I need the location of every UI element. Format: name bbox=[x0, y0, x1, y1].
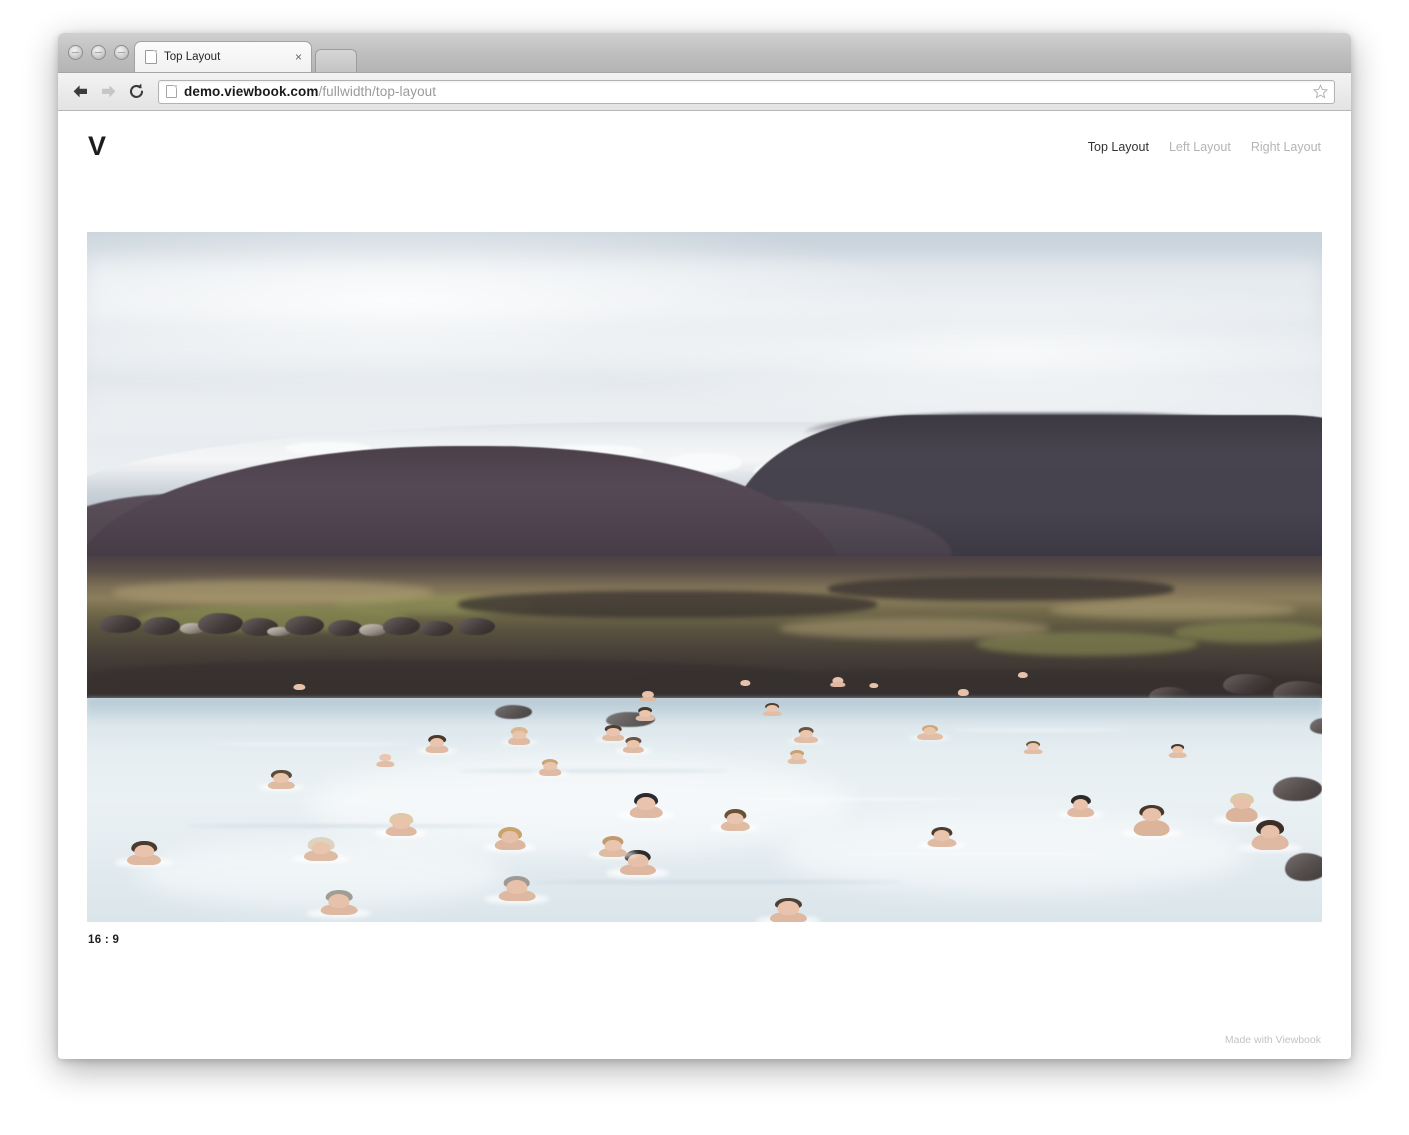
bather bbox=[868, 681, 880, 691]
cloud-band bbox=[87, 328, 1322, 370]
boulder bbox=[1223, 673, 1273, 695]
bather bbox=[374, 812, 428, 838]
boulder bbox=[99, 614, 142, 633]
close-icon[interactable]: × bbox=[292, 51, 305, 63]
water-ripple bbox=[210, 742, 409, 745]
figure-wrapper: 16 : 9 bbox=[58, 177, 1351, 946]
bather bbox=[416, 735, 458, 754]
boulder bbox=[198, 612, 243, 634]
water-ripple bbox=[531, 880, 903, 883]
bather bbox=[617, 792, 675, 820]
submerged-rock bbox=[1284, 853, 1322, 881]
page-viewport: V Top Layout Left Layout Right Layout 16… bbox=[58, 111, 1351, 1058]
bookmark-star-icon[interactable] bbox=[1305, 84, 1328, 99]
sand-patch bbox=[111, 580, 433, 605]
nav-item-left-layout[interactable]: Left Layout bbox=[1169, 140, 1231, 154]
nav-item-right-layout[interactable]: Right Layout bbox=[1251, 140, 1321, 154]
bather bbox=[763, 702, 782, 717]
bather bbox=[830, 676, 846, 687]
bather bbox=[1023, 740, 1043, 755]
bather bbox=[588, 836, 638, 859]
bather bbox=[376, 753, 394, 767]
boulder bbox=[457, 617, 495, 635]
site-header: V Top Layout Left Layout Right Layout bbox=[58, 111, 1351, 177]
lava-field bbox=[457, 590, 878, 619]
boulder bbox=[358, 623, 386, 637]
tab-title: Top Layout bbox=[164, 51, 221, 63]
page-document-icon bbox=[166, 85, 177, 98]
bather bbox=[1168, 743, 1187, 758]
url-text: demo.viewbook.com/fullwidth/top-layout bbox=[184, 84, 436, 99]
bather bbox=[114, 840, 175, 868]
window-minimize-button[interactable] bbox=[91, 45, 106, 60]
bather bbox=[956, 688, 970, 698]
bather bbox=[306, 890, 372, 918]
back-button[interactable] bbox=[66, 79, 94, 105]
browser-window: Top Layout × demo.viewbook.com/fullwidth… bbox=[58, 33, 1351, 1059]
document-icon bbox=[145, 50, 157, 64]
lava-field bbox=[828, 577, 1174, 602]
grass-patch bbox=[1173, 621, 1322, 643]
sand-patch bbox=[1050, 601, 1298, 620]
bather bbox=[916, 826, 967, 849]
figure-caption: 16 : 9 bbox=[88, 934, 120, 946]
water-shoreline bbox=[87, 697, 1322, 726]
bather bbox=[739, 679, 751, 689]
water-ripple bbox=[828, 853, 1125, 855]
site-nav: Top Layout Left Layout Right Layout bbox=[1088, 134, 1321, 154]
window-zoom-button[interactable] bbox=[114, 45, 129, 60]
bather bbox=[1238, 819, 1302, 853]
bather bbox=[908, 724, 952, 741]
submerged-rock bbox=[494, 705, 532, 720]
water-ripple bbox=[729, 797, 977, 800]
bather bbox=[1016, 671, 1030, 681]
browser-tab-strip: Top Layout × bbox=[58, 33, 1351, 73]
reload-button[interactable] bbox=[122, 79, 150, 105]
bather bbox=[258, 769, 305, 791]
bather bbox=[615, 737, 652, 754]
lava-field bbox=[630, 670, 1322, 702]
site-logo[interactable]: V bbox=[88, 129, 106, 160]
bather bbox=[292, 683, 307, 693]
bather bbox=[484, 876, 550, 904]
site-footer: Made with Viewbook bbox=[1225, 1030, 1321, 1048]
boulder bbox=[284, 615, 325, 635]
window-traffic-lights bbox=[68, 45, 129, 60]
lagoon-photo[interactable] bbox=[87, 232, 1322, 922]
nav-item-top-layout[interactable]: Top Layout bbox=[1088, 140, 1149, 154]
bather bbox=[500, 727, 538, 746]
address-bar[interactable]: demo.viewbook.com/fullwidth/top-layout bbox=[158, 79, 1335, 104]
url-path: /fullwidth/top-layout bbox=[318, 84, 437, 99]
new-tab-button[interactable] bbox=[315, 49, 357, 72]
tabs-area: Top Layout × bbox=[134, 33, 357, 72]
water-ripple bbox=[951, 728, 1125, 731]
bather bbox=[291, 837, 351, 864]
bather bbox=[787, 750, 807, 764]
bather bbox=[756, 897, 821, 922]
bather bbox=[639, 689, 657, 702]
submerged-rock bbox=[1272, 777, 1322, 801]
bather bbox=[594, 724, 632, 742]
browser-tab[interactable]: Top Layout × bbox=[134, 41, 312, 72]
bather bbox=[787, 727, 825, 744]
bather bbox=[710, 808, 761, 833]
cloud-band bbox=[87, 259, 1322, 322]
browser-toolbar: demo.viewbook.com/fullwidth/top-layout bbox=[58, 73, 1351, 111]
forward-button[interactable] bbox=[94, 79, 122, 105]
bather bbox=[635, 707, 655, 722]
url-host: demo.viewbook.com bbox=[184, 84, 319, 99]
sand-patch bbox=[778, 618, 1051, 640]
boulder bbox=[142, 617, 180, 635]
window-close-button[interactable] bbox=[68, 45, 83, 60]
bather bbox=[531, 759, 569, 777]
bather bbox=[1213, 792, 1271, 824]
made-with-viewbook-label[interactable]: Made with Viewbook bbox=[1225, 1034, 1321, 1046]
bather bbox=[483, 826, 537, 852]
bather bbox=[1056, 795, 1105, 819]
bather bbox=[1119, 804, 1184, 839]
